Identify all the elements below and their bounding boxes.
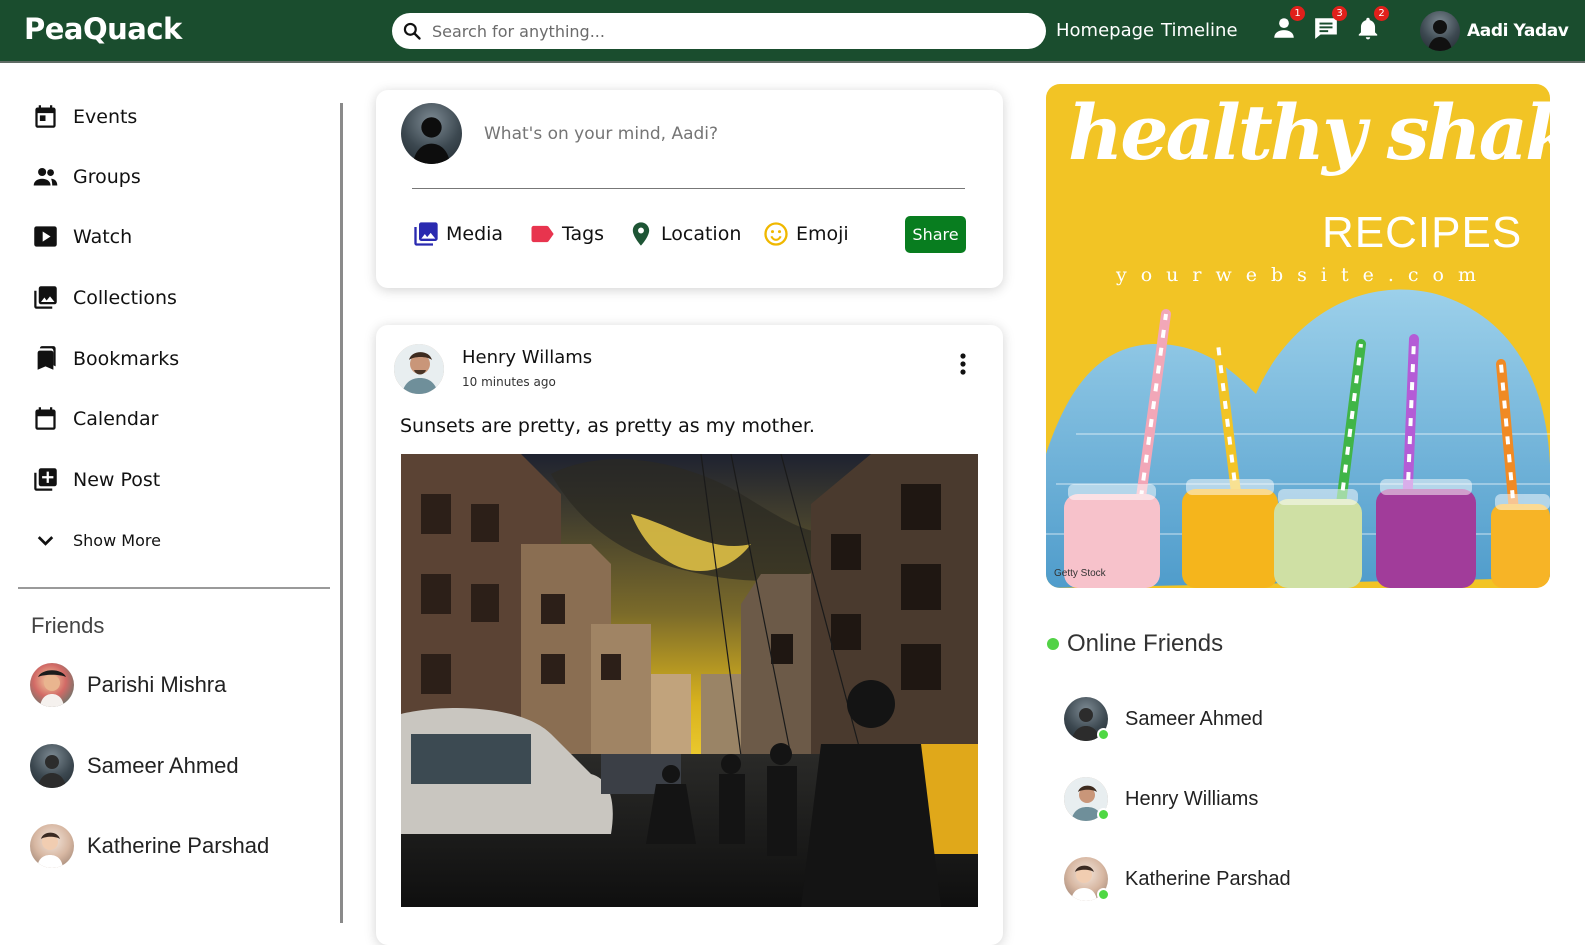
share-button[interactable]: Share: [905, 216, 966, 253]
option-label: Media: [446, 223, 504, 245]
ad-headline: healthy shakes: [1068, 88, 1550, 177]
left-sidebar: Events Groups Watch Collections Bookmark…: [0, 65, 344, 923]
sidebar-item-collections[interactable]: Collections: [32, 284, 177, 311]
post-caption: Sunsets are pretty, as pretty as my moth…: [400, 415, 815, 437]
avatar: [30, 663, 74, 707]
feed-post: Henry Willams 10 minutes ago Sunsets are…: [376, 325, 1003, 945]
online-status-dot: [1097, 808, 1110, 821]
sidebar-separator: [18, 587, 330, 589]
more-vert-icon: [960, 353, 966, 375]
composer-avatar: [401, 103, 462, 164]
post-photo[interactable]: [401, 454, 978, 907]
sidebar-item-calendar[interactable]: Calendar: [32, 405, 158, 432]
nav-timeline-link[interactable]: Timeline: [1161, 20, 1238, 41]
friend-item-parishi[interactable]: Parishi Mishra: [30, 663, 226, 707]
people-icon: [33, 167, 58, 186]
online-friend-name: Katherine Parshad: [1125, 867, 1291, 890]
option-emoji[interactable]: Emoji: [762, 220, 849, 248]
add-box-icon: [34, 468, 57, 491]
sidebar-item-label: Watch: [73, 225, 133, 248]
search-bar[interactable]: [392, 13, 1046, 49]
friend-item-katherine[interactable]: Katherine Parshad: [30, 824, 269, 868]
composer-divider: [412, 188, 965, 189]
post-options-button[interactable]: [952, 351, 974, 377]
online-friend-katherine[interactable]: Katherine Parshad: [1064, 857, 1291, 901]
post-author-avatar[interactable]: [394, 344, 444, 394]
post-composer: Media Tags Location Emoji Share: [376, 90, 1003, 288]
photo-library-icon: [414, 222, 438, 246]
messages-badge: 3: [1332, 6, 1347, 21]
friend-name: Katherine Parshad: [87, 833, 270, 858]
online-friend-name: Henry Williams: [1125, 787, 1259, 810]
search-input[interactable]: [432, 21, 1022, 41]
post-author-name[interactable]: Henry Willams: [462, 347, 592, 368]
option-media[interactable]: Media: [412, 220, 503, 248]
online-status-dot: [1097, 728, 1110, 741]
option-tags[interactable]: Tags: [528, 220, 604, 248]
sidebar-item-events[interactable]: Events: [32, 103, 137, 130]
online-friend-sameer[interactable]: Sameer Ahmed: [1064, 697, 1263, 741]
sponsored-ad[interactable]: healthy shakes RECIPES yourwebsite.com: [1046, 84, 1550, 588]
ad-subheadline: RECIPES: [1322, 208, 1523, 257]
friend-name: Sameer Ahmed: [87, 753, 239, 778]
sidebar-item-label: Events: [73, 105, 138, 128]
nav-homepage-link[interactable]: Homepage: [1056, 20, 1154, 41]
location-pin-icon: [632, 222, 650, 246]
ad-credit: Getty Stock: [1054, 568, 1106, 579]
search-icon: [403, 22, 421, 40]
photo-library-icon: [34, 286, 57, 309]
top-navbar: PeaQuack Homepage Timeline 1 3 2 Aadi Ya…: [0, 0, 1585, 63]
avatar: [30, 824, 74, 868]
sidebar-item-label: Calendar: [73, 407, 159, 430]
emoji-icon: [764, 222, 788, 246]
sidebar-item-label: Show More: [73, 531, 161, 550]
option-label: Location: [661, 223, 742, 245]
label-icon: [531, 225, 554, 243]
online-friend-name: Sameer Ahmed: [1125, 707, 1263, 730]
sidebar-item-label: Groups: [73, 165, 141, 188]
ad-website: yourwebsite.com: [1116, 264, 1491, 286]
sidebar-item-bookmarks[interactable]: Bookmarks: [32, 345, 179, 372]
option-location[interactable]: Location: [627, 220, 741, 248]
sidebar-item-new-post[interactable]: New Post: [32, 466, 160, 493]
bookmarks-icon: [37, 346, 56, 370]
option-label: Emoji: [796, 223, 849, 245]
app-logo[interactable]: PeaQuack: [24, 12, 182, 46]
sidebar-item-groups[interactable]: Groups: [32, 163, 141, 190]
sidebar-divider: [340, 103, 343, 923]
online-status-dot: [1097, 888, 1110, 901]
calendar-today-icon: [35, 105, 56, 128]
user-avatar: [1420, 11, 1460, 51]
alerts-badge: 2: [1374, 6, 1389, 21]
friend-requests-badge: 1: [1290, 6, 1305, 21]
sidebar-item-label: New Post: [73, 468, 161, 491]
chevron-down-icon: [37, 536, 54, 546]
sidebar-show-more[interactable]: Show More: [32, 527, 161, 554]
friend-item-sameer[interactable]: Sameer Ahmed: [30, 744, 239, 788]
messages-button[interactable]: 3: [1313, 6, 1347, 41]
profile-menu[interactable]: Aadi Yadav: [1420, 11, 1569, 51]
sidebar-item-label: Bookmarks: [73, 347, 180, 370]
friends-heading: Friends: [31, 613, 105, 638]
sidebar-item-watch[interactable]: Watch: [32, 223, 132, 250]
play-icon: [34, 226, 57, 247]
calendar-icon: [35, 407, 56, 430]
option-label: Tags: [562, 223, 605, 245]
friend-requests-button[interactable]: 1: [1271, 6, 1305, 41]
online-friends-heading: Online Friends: [1067, 630, 1224, 657]
avatar: [30, 744, 74, 788]
ad-photo: [1046, 289, 1550, 588]
notifications-button[interactable]: 2: [1355, 6, 1389, 41]
post-timestamp: 10 minutes ago: [462, 375, 556, 389]
friend-name: Parishi Mishra: [87, 672, 227, 697]
online-indicator-icon: [1047, 638, 1059, 650]
user-name: Aadi Yadav: [1467, 21, 1569, 41]
composer-input[interactable]: [484, 124, 964, 144]
sidebar-item-label: Collections: [73, 286, 177, 309]
online-friend-henry[interactable]: Henry Williams: [1064, 777, 1258, 821]
